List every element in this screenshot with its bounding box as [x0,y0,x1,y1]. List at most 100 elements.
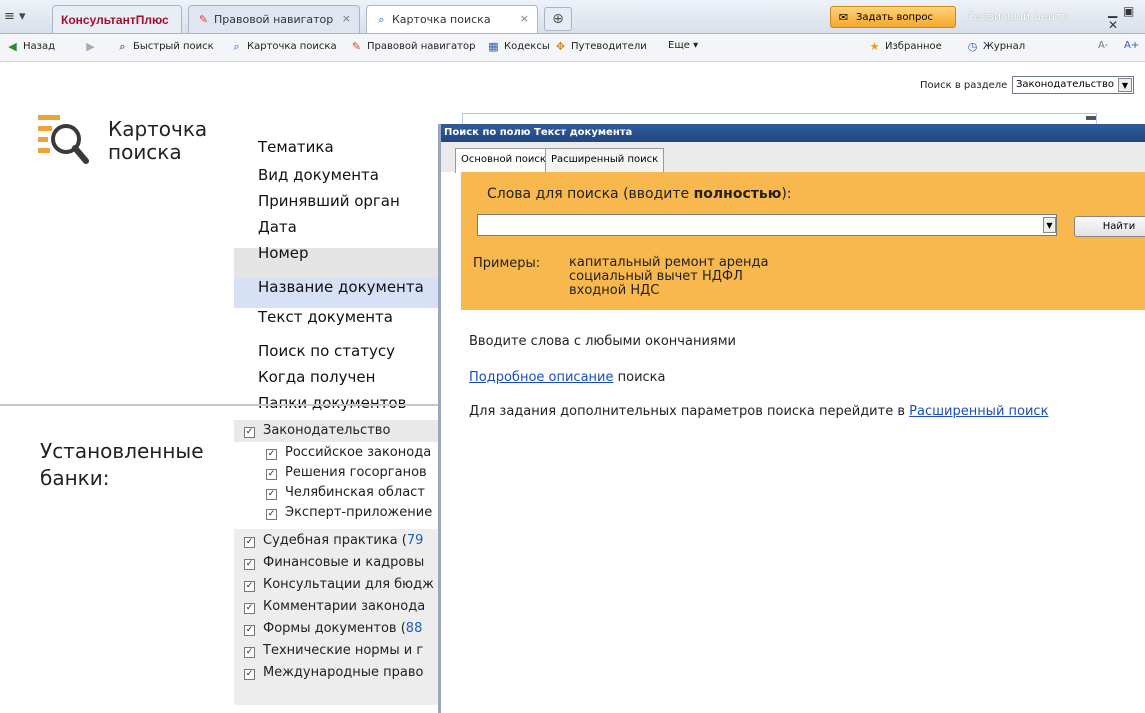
field-document-folders[interactable]: Папки документов [258,389,406,417]
book-icon: ▦ [488,40,499,53]
forward-button[interactable]: ▶ [84,40,97,53]
hint-text: Вводите слова с любыми окончаниями [469,334,736,349]
bank-item[interactable]: ✓ Эксперт-приложение [266,505,438,520]
ask-question-button[interactable]: ✉ Задать вопрос [830,6,956,28]
details-line: Подробное описание поиска [469,370,666,385]
service-center-link[interactable]: Сервисный центр [966,10,1068,23]
checkbox-checked-icon[interactable]: ✓ [244,603,255,614]
advanced-search-link[interactable]: Расширенный поиск [909,404,1048,419]
font-smaller-button[interactable]: A- [1098,40,1108,51]
font-larger-button[interactable]: A+ [1124,40,1139,51]
divider [0,404,438,406]
tab-search-card[interactable]: ⌕ Карточка поиска × [366,5,538,33]
favorites-button[interactable]: ★ Избранное [868,40,942,53]
guides-label: Путеводители [571,41,647,52]
field-document-text[interactable]: Текст документа [258,303,393,331]
search-icon: ⌕ [119,40,126,53]
checkbox-checked-icon[interactable]: ✓ [244,537,255,548]
search-card-logo-icon [38,115,89,164]
bank-item[interactable]: ✓ Консультации для бюдж [244,577,438,592]
field-status-search[interactable]: Поиск по статусу [258,337,395,365]
codes-button[interactable]: ▦ Кодексы [487,40,550,53]
bank-item[interactable]: ✓ Решения госорганов [266,465,438,480]
bank-item[interactable]: ✓ Финансовые и кадровы [244,555,438,570]
tab-bar: ≡ ▾ КонсультантПлюс ✎ Правовой навигатор… [0,0,1145,34]
tab-basic-search[interactable]: Основной поиск [455,148,552,173]
legal-navigator-button[interactable]: ✎ Правовой навигатор [350,40,476,53]
search-card-label: Карточка поиска [247,41,337,52]
clock-icon: ◷ [967,40,978,53]
close-icon[interactable]: × [342,12,351,25]
codes-label: Кодексы [504,41,550,52]
back-button[interactable]: ◀ Назад [6,40,55,53]
tab-advanced-search[interactable]: Расширенный поиск [545,148,665,172]
field-date[interactable]: Дата [258,213,297,241]
navigator-icon: ✎ [351,40,362,53]
brand-tab[interactable]: КонсультантПлюс [52,5,182,33]
bank-count: 88 [405,621,423,636]
checkbox-checked-icon[interactable]: ✓ [244,647,255,658]
search-words-label: Слова для поиска (вводите полностью): [487,186,792,202]
toolbar: ◀ Назад ▶ ⌕ Быстрый поиск ⌕ Карточка пои… [0,34,1145,62]
bank-item[interactable]: ✓ Челябинская област [266,485,438,500]
bank-label: Судебная практика ( [263,533,407,548]
page-title: Карточка поиска [108,118,207,164]
chat-icon: ✉ [838,10,849,24]
bank-item[interactable]: ✓ Комментарии законода [244,599,438,614]
section-select-value: Законодательство [1016,79,1114,90]
ask-question-label: Задать вопрос [856,11,933,23]
back-label: Назад [23,41,56,52]
bank-item[interactable]: ✓ Технические нормы и г [244,643,438,658]
page-title-line2: поиска [108,140,182,164]
field-received[interactable]: Когда получен [258,363,375,391]
search-card-button[interactable]: ⌕ Карточка поиска [230,40,337,53]
checkbox-checked-icon[interactable]: ✓ [244,669,255,680]
details-link[interactable]: Подробное описание [469,370,614,385]
chevron-down-icon[interactable]: ▼ [1118,78,1132,92]
bank-item[interactable]: ✓ Законодательство [244,423,438,438]
bank-label: Формы документов ( [263,621,406,636]
search-input[interactable] [477,214,1057,236]
example-item: социальный вычет НДФЛ [569,269,743,284]
search-card-icon: ⌕ [378,13,385,26]
signpost-icon: ✥ [555,40,566,53]
checkbox-checked-icon[interactable]: ✓ [266,509,277,520]
window-controls[interactable]: ▁ ▣ ✕ [1108,4,1145,32]
details-suffix: поиска [613,370,666,385]
tab-legal-navigator[interactable]: ✎ Правовой навигатор × [188,5,360,33]
star-icon: ★ [869,40,880,53]
bank-item[interactable]: ✓ Российское законода [266,445,438,460]
find-button[interactable]: Найти [1074,216,1145,237]
field-issuing-body[interactable]: Принявший орган [258,187,400,215]
dialog-title: Поиск по полю Текст документа [441,124,1145,142]
journal-button[interactable]: ◷ Журнал [966,40,1025,53]
checkbox-checked-icon[interactable]: ✓ [244,625,255,636]
section-select[interactable]: Законодательство ▼ [1012,76,1134,94]
bank-item[interactable]: ✓ Формы документов (88 [244,621,438,636]
close-icon[interactable]: × [520,12,529,25]
guides-button[interactable]: ✥ Путеводители [554,40,647,53]
checkbox-checked-icon[interactable]: ✓ [266,489,277,500]
search-card-icon: ⌕ [233,40,240,53]
field-document-type[interactable]: Вид документа [258,161,379,189]
main-menu-button[interactable]: ≡ ▾ [4,9,34,25]
quick-search-button[interactable]: ⌕ Быстрый поиск [116,40,213,53]
navigator-icon: ✎ [198,13,209,26]
bank-label: Челябинская област [285,485,425,500]
journal-label: Журнал [983,41,1026,52]
field-document-title[interactable]: Название документа [258,273,424,301]
checkbox-checked-icon[interactable]: ✓ [244,559,255,570]
checkbox-checked-icon[interactable]: ✓ [244,581,255,592]
field-number[interactable]: Номер [258,239,309,267]
checkbox-checked-icon[interactable]: ✓ [266,449,277,460]
checkbox-checked-icon[interactable]: ✓ [244,427,255,438]
dialog-tabs: Основной поиск Расширенный поиск [441,142,1145,173]
field-topic[interactable]: Тематика [258,133,334,161]
more-menu[interactable]: Еще ▾ [668,40,698,51]
chevron-down-icon[interactable]: ▼ [1043,217,1056,233]
checkbox-checked-icon[interactable]: ✓ [266,469,277,480]
bank-item[interactable]: ✓ Судебная практика (79 [244,533,438,548]
bank-count: 79 [406,533,424,548]
add-tab-button[interactable]: ⊕ [544,7,572,31]
bank-item[interactable]: ✓ Международные право [244,665,438,680]
